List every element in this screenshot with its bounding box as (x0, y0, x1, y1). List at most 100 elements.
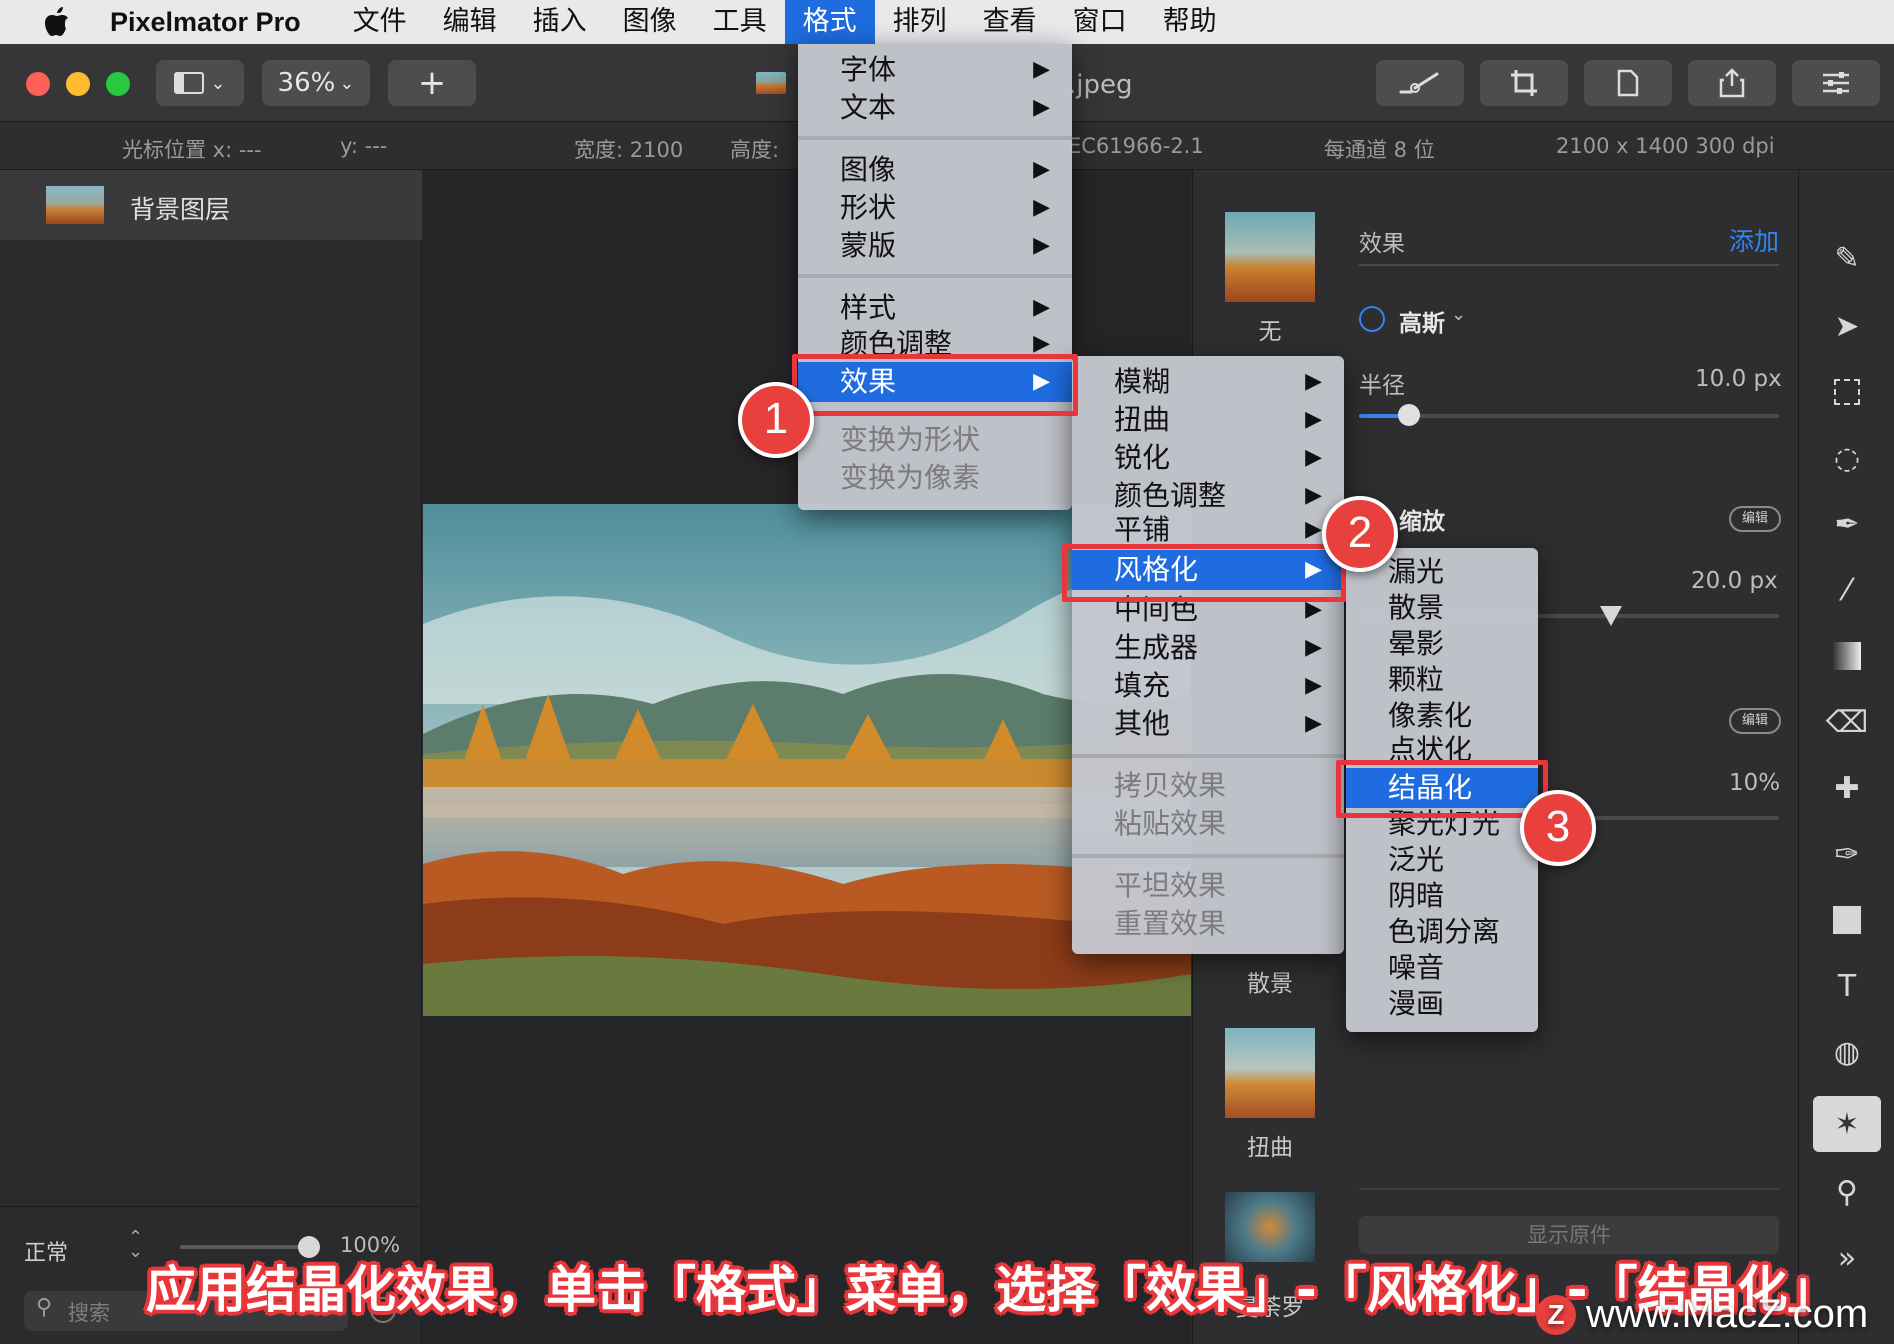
footer-divider (1359, 1188, 1779, 1190)
gradient-tool-icon[interactable] (1825, 634, 1869, 678)
menu-item-text[interactable]: 文本 ▶ (798, 90, 1072, 126)
preset-label-none: 无 (1258, 319, 1282, 345)
blend-mode-select[interactable]: 正常 (24, 1235, 68, 1267)
opacity-slider[interactable] (180, 1236, 320, 1258)
paint-tool-icon[interactable]: ⁄ (1825, 568, 1869, 612)
menu-item-vignette[interactable]: 晕影 (1346, 626, 1538, 662)
menu-item-tile[interactable]: 平铺 ▶ (1072, 512, 1344, 548)
share-icon (1719, 68, 1745, 98)
selection-tool-icon[interactable] (1825, 370, 1869, 414)
effect-slider-2-knob[interactable] (1600, 606, 1622, 626)
menu-format[interactable]: 格式 (784, 0, 875, 44)
chevron-down-icon[interactable]: ⌄ (1451, 304, 1466, 325)
search-icon: ⚲ (36, 1295, 53, 1320)
apple-icon[interactable] (42, 6, 72, 38)
menu-window[interactable]: 窗口 (1055, 0, 1145, 44)
show-original-button[interactable]: 显示原件 (1359, 1216, 1779, 1254)
share-button[interactable] (1688, 60, 1776, 106)
preset-thumb-none[interactable] (1225, 212, 1315, 302)
menu-item-blur[interactable]: 模糊 ▶ (1072, 364, 1344, 400)
menu-file[interactable]: 文件 (335, 0, 425, 44)
brush-tool-button[interactable] (1376, 60, 1464, 106)
edit-badge-2[interactable]: 编辑 (1729, 708, 1781, 734)
shape-tool-icon[interactable] (1825, 898, 1869, 942)
eraser-tool-icon[interactable]: ⌫ (1825, 700, 1869, 744)
menu-item-other[interactable]: 其他 ▶ (1072, 706, 1344, 742)
step-badge-3: 3 (1520, 790, 1596, 866)
menu-item-style[interactable]: 样式 ▶ (798, 290, 1072, 326)
header-divider (1359, 264, 1779, 266)
close-window-button[interactable] (26, 72, 50, 96)
tools-sidebar: ✎ ➤ ◌ ✒ ⁄ ⌫ ✚ ✑ T ◍ ✶ ⚲ » (1798, 170, 1894, 1344)
lasso-tool-icon[interactable]: ◌ (1825, 436, 1869, 480)
effects-header: 效果 (1359, 231, 1405, 257)
retouch-tool-icon[interactable]: ✚ (1825, 766, 1869, 810)
add-effect-button[interactable]: 添加 (1729, 222, 1779, 258)
menu-item-generator[interactable]: 生成器 ▶ (1072, 630, 1344, 666)
submenu-arrow-icon: ▶ (1305, 407, 1322, 432)
menu-item-mask[interactable]: 蒙版 ▶ (798, 228, 1072, 264)
color-adjust-tool-icon[interactable]: ◍ (1825, 1030, 1869, 1074)
add-button[interactable]: + (388, 60, 476, 106)
zoom-window-button[interactable] (106, 72, 130, 96)
zoom-effect-name[interactable]: 缩放 (1399, 502, 1445, 536)
layer-row[interactable]: 背景图层 (0, 170, 422, 240)
effect-name[interactable]: 高斯 (1399, 304, 1445, 338)
zoom-tool-icon[interactable]: ⚲ (1825, 1170, 1869, 1214)
preset-thumb-distort[interactable] (1225, 1028, 1315, 1118)
menu-item-shape[interactable]: 形状 ▶ (798, 190, 1072, 226)
menu-item-pixelate[interactable]: 像素化 (1346, 698, 1538, 734)
arrange-tool-icon[interactable]: ➤ (1825, 304, 1869, 348)
radius-slider-knob[interactable] (1398, 404, 1421, 426)
format-menu: 字体 ▶ 文本 ▶ 图像 ▶ 形状 ▶ 蒙版 ▶ 样式 ▶ 颜色调整 ▶ 效果 ▶ 变换为形状 … (798, 44, 1072, 510)
text-tool-icon[interactable]: T (1825, 964, 1869, 1008)
blend-stepper-icon[interactable]: ⌃ ⌄ (128, 1229, 143, 1261)
menu-tools[interactable]: 工具 (695, 0, 785, 44)
menu-item-font[interactable]: 字体 ▶ (798, 52, 1072, 88)
menu-item-fill[interactable]: 填充 ▶ (1072, 668, 1344, 704)
menu-item-image[interactable]: 图像 ▶ (798, 152, 1072, 188)
menu-item-color-adjust-effects[interactable]: 颜色调整 ▶ (1072, 478, 1344, 514)
crop-icon (1511, 70, 1537, 96)
menu-view[interactable]: 查看 (965, 0, 1055, 44)
layers-panel: 背景图层 正常 ⌃ ⌄ 100% ⚲ 搜索 (0, 170, 422, 1344)
document-button[interactable] (1584, 60, 1672, 106)
menu-item-bloom[interactable]: 泛光 (1346, 842, 1538, 878)
preset-label-bokeh: 散景 (1247, 971, 1293, 997)
color-picker-tool-icon[interactable]: ✒ (1825, 502, 1869, 546)
menu-item-comic[interactable]: 漫画 (1346, 986, 1538, 1022)
zoom-menu-button[interactable]: 36% ⌄ (262, 60, 370, 106)
effect-enable-toggle[interactable] (1359, 306, 1385, 332)
menu-item-reset-effects: 重置效果 (1114, 907, 1227, 940)
cursor-y: y: --- (340, 134, 388, 158)
menu-edit[interactable]: 编辑 (425, 0, 515, 44)
preset-label-distort: 扭曲 (1247, 1135, 1293, 1161)
pen-tool-icon[interactable]: ✑ (1825, 832, 1869, 876)
menu-item-distort[interactable]: 扭曲 ▶ (1072, 402, 1344, 438)
highlight-effects (792, 354, 1078, 416)
effects-tool-icon[interactable]: ✶ (1813, 1096, 1881, 1152)
adjustments-button[interactable] (1792, 60, 1880, 106)
menu-separator (1072, 754, 1344, 758)
sidebar-toggle-button[interactable]: ⌄ (156, 60, 244, 106)
menu-insert[interactable]: 插入 (515, 0, 605, 44)
menu-item-posterize[interactable]: 色调分离 (1346, 914, 1538, 950)
menu-item-noise[interactable]: 噪音 (1346, 950, 1538, 986)
edit-badge[interactable]: 编辑 (1729, 506, 1781, 532)
menu-arrange[interactable]: 排列 (875, 0, 965, 44)
menu-item-bokeh[interactable]: 散景 (1346, 590, 1538, 626)
submenu-arrow-icon: ▶ (1305, 483, 1322, 508)
layer-name: 背景图层 (130, 195, 231, 224)
app-name[interactable]: Pixelmator Pro (110, 7, 301, 38)
page-icon (1617, 69, 1639, 97)
menu-item-gloom[interactable]: 阴暗 (1346, 878, 1538, 914)
menu-image[interactable]: 图像 (605, 0, 695, 44)
minimize-window-button[interactable] (66, 72, 90, 96)
style-tool-icon[interactable]: ✎ (1825, 236, 1869, 280)
radius-slider[interactable] (1359, 404, 1779, 426)
menu-item-sharpen[interactable]: 锐化 ▶ (1072, 440, 1344, 476)
menu-item-grain[interactable]: 颗粒 (1346, 662, 1538, 698)
menu-help[interactable]: 帮助 (1145, 0, 1235, 44)
crop-button[interactable] (1480, 60, 1568, 106)
submenu-arrow-icon: ▶ (1033, 233, 1050, 258)
